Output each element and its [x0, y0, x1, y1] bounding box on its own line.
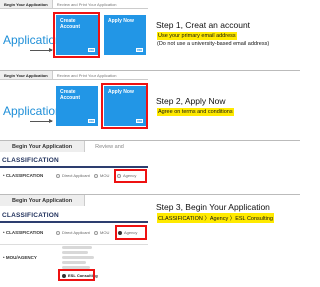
- mou-agency-label: • MOU/AGENCY: [3, 255, 37, 260]
- top-tab-bar: Begin Your Application Review and Print …: [0, 0, 148, 9]
- radio-direct-applicant[interactable]: Direct Applicant: [56, 230, 90, 235]
- create-account-highlight: [53, 12, 100, 58]
- step2-title: Step 2, Apply Now: [156, 96, 226, 106]
- classification-heading: CLASSIFICATION: [2, 157, 59, 164]
- option-label: MOU: [100, 173, 110, 178]
- go-arrow-icon: GO: [88, 119, 95, 123]
- go-arrow-icon: GO: [136, 48, 143, 52]
- arrow-icon: [30, 48, 53, 52]
- blurred-option: [62, 256, 94, 259]
- apply-now-label: Apply Now: [108, 18, 134, 24]
- radio-mou[interactable]: MOU: [94, 173, 109, 178]
- begin-header: Begin Your Application Review and: [0, 141, 148, 152]
- option-label: MOU: [100, 230, 110, 235]
- review-tab[interactable]: Review and: [85, 144, 124, 150]
- tab-review[interactable]: Review and Print Your Application: [53, 71, 121, 79]
- section-rule: [0, 166, 148, 168]
- apply-now-tile[interactable]: Apply Now GO: [104, 15, 146, 55]
- esl-highlight: [58, 269, 95, 281]
- blurred-option: [62, 251, 88, 254]
- agency-highlight: [114, 169, 147, 183]
- begin-tab[interactable]: Begin Your Application: [0, 141, 86, 152]
- application-title: Application: [3, 104, 62, 118]
- tutorial-page: Begin Your Application Review and Print …: [0, 0, 300, 287]
- step3-highlight: CLASSIFICATION 〉Agency 〉ESL Consulting: [157, 213, 274, 223]
- application-panel-2: Application Create Account GO Apply Now …: [0, 80, 148, 140]
- top-tab-bar-2: Begin Your Application Review and Print …: [0, 71, 148, 80]
- step1-highlight: Use your primary email address: [157, 32, 237, 40]
- classification-label: • CLASSIFICATION: [3, 173, 44, 178]
- step2-highlight: Agree on terms and conditions: [157, 108, 234, 116]
- create-account-tile[interactable]: Create Account GO: [56, 86, 98, 126]
- row-separator: [0, 244, 148, 245]
- tab-begin[interactable]: Begin Your Application: [0, 0, 53, 8]
- step3-title: Step 3, Begin Your Application: [156, 202, 270, 212]
- radio-direct-applicant[interactable]: Direct Applicant: [56, 173, 90, 178]
- option-label: Direct Applicant: [62, 173, 90, 178]
- blurred-option: [62, 261, 86, 264]
- tab-review[interactable]: Review and Print Your Application: [53, 0, 121, 8]
- section-rule: [0, 221, 148, 223]
- radio-icon: [56, 230, 60, 235]
- radio-mou[interactable]: MOU: [94, 230, 109, 235]
- step1-title: Step 1, Creat an account: [156, 20, 251, 30]
- create-account-label: Create Account: [60, 89, 80, 101]
- radio-icon: [56, 173, 60, 178]
- classification-heading: CLASSIFICATION: [2, 212, 59, 219]
- begin-header-2: Begin Your Application: [0, 195, 148, 206]
- tab-begin[interactable]: Begin Your Application: [0, 71, 53, 79]
- radio-icon: [94, 230, 98, 235]
- option-label: Direct Applicant: [62, 230, 90, 235]
- arrow-icon: [30, 119, 53, 123]
- application-panel-1: Application Create Account GO Apply Now …: [0, 9, 148, 69]
- begin-tab[interactable]: Begin Your Application: [0, 195, 86, 206]
- step1-note: (Do not use a university-based email add…: [157, 41, 270, 47]
- radio-icon: [94, 173, 98, 178]
- agency-selected-highlight: [115, 225, 147, 240]
- apply-now-highlight: [101, 83, 148, 129]
- classification-label: • CLASSIFICATION: [3, 230, 44, 235]
- blurred-option: [62, 246, 92, 249]
